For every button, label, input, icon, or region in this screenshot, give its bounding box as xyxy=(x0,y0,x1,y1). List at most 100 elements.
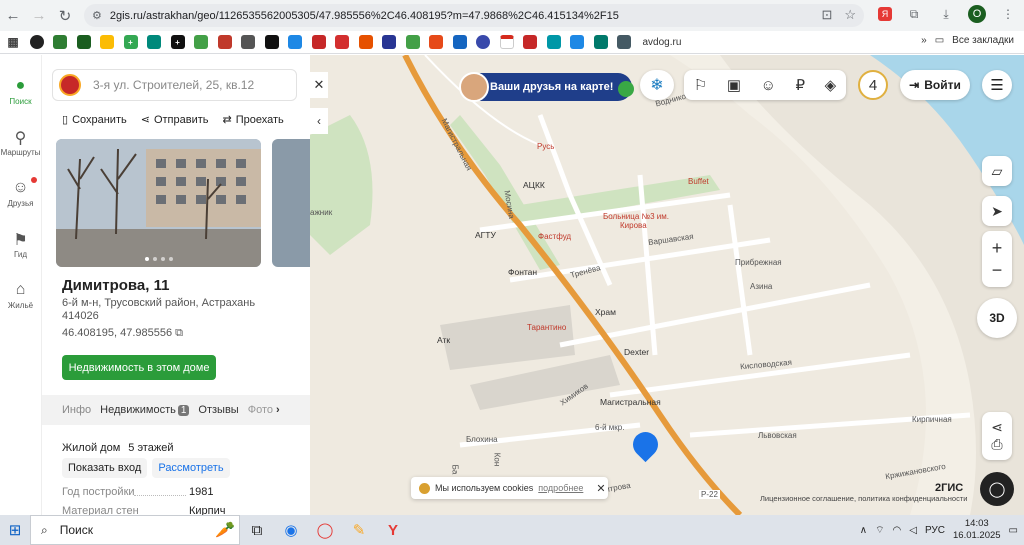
collapse-panel-icon[interactable]: ‹ xyxy=(310,108,328,134)
login-button[interactable]: ⇥ Войти xyxy=(900,70,970,100)
tab-photos[interactable]: Фото xyxy=(248,404,273,416)
poi-label[interactable]: АГТУ xyxy=(475,230,496,240)
bookmark-avdog[interactable]: avdog.ru xyxy=(643,37,682,48)
bookmark-22-icon[interactable] xyxy=(523,35,537,49)
view-button[interactable]: Рассмотреть xyxy=(152,458,230,478)
bookmark-15-icon[interactable] xyxy=(358,35,373,49)
bookmark-21-icon[interactable] xyxy=(499,35,514,49)
poi-label[interactable]: Больница №3 им. xyxy=(603,212,669,221)
tab-realty[interactable]: Недвижимость 1 xyxy=(100,404,190,416)
bookmark-5-icon[interactable]: + xyxy=(123,35,138,49)
poi-label[interactable]: Dexter xyxy=(624,347,649,357)
taskbar-search[interactable]: ⌕ Поиск 🥕 xyxy=(30,515,240,545)
cookie-more-link[interactable]: подробнее xyxy=(538,483,583,493)
bookmark-25-icon[interactable] xyxy=(593,35,608,49)
apps-grid-icon[interactable]: ▦ xyxy=(6,35,20,49)
task-view-icon[interactable]: ⧉ xyxy=(240,515,274,545)
poi-label[interactable]: АЦКК xyxy=(523,180,545,190)
download-icon[interactable]: ⤓ xyxy=(936,4,956,24)
save-button[interactable]: ▯ Сохранить xyxy=(62,113,127,127)
yandex-browser-icon[interactable]: Y xyxy=(376,515,410,545)
bookmark-17-icon[interactable] xyxy=(405,35,420,49)
layers-icon[interactable]: ◈ xyxy=(825,76,837,94)
bookmark-9-icon[interactable] xyxy=(217,35,232,49)
print-icon[interactable]: ⎙ xyxy=(991,436,1002,453)
friends-promo-banner[interactable]: Ваши друзья на карте! xyxy=(459,72,634,102)
coordinates[interactable]: 46.408195, 47.985556 ⧉ xyxy=(62,327,183,340)
yandex-extension-icon[interactable]: Я xyxy=(878,7,892,21)
bookmark-19-icon[interactable] xyxy=(452,35,467,49)
3d-button[interactable]: 3D xyxy=(977,298,1017,338)
bookmark-13-icon[interactable] xyxy=(311,35,326,49)
reload-icon[interactable]: ↻ xyxy=(52,3,78,29)
profile-avatar[interactable]: O xyxy=(968,5,986,23)
bus-icon[interactable]: ▣ xyxy=(727,76,741,94)
realty-button[interactable]: Недвижимость в этом доме xyxy=(62,355,216,380)
building-photo[interactable] xyxy=(56,139,261,267)
tabs-next-icon[interactable]: › xyxy=(276,404,280,416)
poi-label[interactable]: Фонтан xyxy=(508,267,537,277)
more-bookmarks-icon[interactable]: » xyxy=(921,35,927,46)
chat-icon[interactable]: ◯ xyxy=(980,472,1014,506)
paint-icon[interactable]: ✎ xyxy=(342,515,376,545)
poi-label[interactable]: Кирова xyxy=(620,221,647,230)
locate-icon[interactable]: ➤ xyxy=(982,196,1012,226)
windows-start-icon[interactable]: ⊞ xyxy=(0,515,30,545)
rail-housing[interactable]: ⌂ Жильё xyxy=(8,281,33,310)
snowflake-icon[interactable]: ❄ xyxy=(640,70,674,100)
route-button[interactable]: ⇄ Проехать xyxy=(223,113,284,127)
wifi-icon[interactable]: ◠ xyxy=(893,525,902,536)
bookmark-20-icon[interactable] xyxy=(476,35,490,49)
transport-icon[interactable]: ⚐ xyxy=(694,76,707,94)
share-button[interactable]: ⋖ Отправить xyxy=(141,113,209,127)
license-link[interactable]: Лицензионное соглашение, политика конфид… xyxy=(760,494,967,503)
bookmark-18-icon[interactable] xyxy=(429,35,443,49)
show-entrance-button[interactable]: Показать вход xyxy=(62,458,148,478)
poi-label[interactable]: Buffet xyxy=(688,177,709,186)
bookmark-10-icon[interactable] xyxy=(241,35,255,49)
rail-friends[interactable]: ☺ Друзья xyxy=(8,177,38,208)
poi-label[interactable]: Фастфуд xyxy=(538,232,571,241)
notification-icon[interactable]: ▭ xyxy=(1009,525,1018,536)
rail-guide[interactable]: ⚑ Гид xyxy=(13,230,27,259)
poi-label[interactable]: Тарантино xyxy=(527,323,566,332)
tray-expand-icon[interactable]: ∧ xyxy=(860,525,867,536)
rail-routes[interactable]: ⚲ Маршруты xyxy=(1,128,41,157)
map-canvas[interactable]: Магистральная Мосина Русь АЦКК Buffet Бо… xyxy=(310,55,1024,515)
menu-dots-icon[interactable]: ⋮ xyxy=(998,4,1018,24)
poi-label[interactable]: Магистральная xyxy=(600,397,661,407)
install-icon[interactable]: ⊡ xyxy=(821,7,832,23)
poi-label[interactable]: Храм xyxy=(595,307,616,317)
share-icon[interactable]: ⋖ xyxy=(991,419,1003,436)
tab-reviews[interactable]: Отзывы xyxy=(198,404,238,416)
bookmark-24-icon[interactable] xyxy=(570,35,584,49)
star-icon[interactable]: ☆ xyxy=(844,7,856,23)
back-icon[interactable]: ← xyxy=(0,3,26,29)
friends-count-badge[interactable]: 4 xyxy=(858,70,888,100)
site-info-icon[interactable]: ⚙ xyxy=(92,9,102,22)
bookmark-12-icon[interactable] xyxy=(288,35,302,49)
zoom-in-button[interactable]: + xyxy=(992,237,1003,259)
address-bar[interactable]: ⚙ 2gis.ru/astrakhan/geo/1126535562005305… xyxy=(84,4,864,27)
bookmark-26-icon[interactable] xyxy=(617,35,631,49)
ruler-icon[interactable]: ▱ xyxy=(982,156,1012,186)
bookmark-11-icon[interactable] xyxy=(264,35,279,49)
copy-icon[interactable]: ⧉ xyxy=(175,327,183,339)
bookmark-1-icon[interactable] xyxy=(29,35,44,49)
bookmark-6-icon[interactable] xyxy=(147,35,161,49)
poi-label[interactable]: Русь xyxy=(537,142,554,151)
bookmark-8-icon[interactable] xyxy=(194,35,208,49)
bookmark-7-icon[interactable]: + xyxy=(170,35,185,49)
ruble-icon[interactable]: ₽ xyxy=(795,76,805,94)
volume-icon[interactable]: ◁ xyxy=(909,525,917,536)
tab-info[interactable]: Инфо xyxy=(62,404,91,416)
bookmark-4-icon[interactable] xyxy=(100,35,114,49)
bookmark-2-icon[interactable] xyxy=(53,35,67,49)
hamburger-menu-icon[interactable]: ☰ xyxy=(982,70,1012,100)
network-icon[interactable]: ⌔ xyxy=(875,524,884,537)
language-indicator[interactable]: РУС xyxy=(925,525,945,536)
zoom-out-button[interactable]: − xyxy=(992,259,1003,281)
opera-icon[interactable]: ◯ xyxy=(308,515,342,545)
rail-search[interactable]: ● Поиск xyxy=(9,77,31,106)
bookmark-3-icon[interactable] xyxy=(76,35,91,49)
